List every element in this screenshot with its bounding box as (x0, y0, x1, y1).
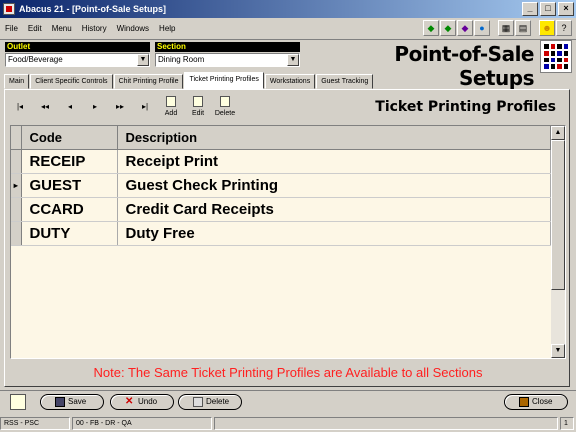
chevron-down-icon[interactable]: ▼ (287, 54, 299, 66)
section-title: Ticket Printing Profiles (375, 99, 556, 115)
cell-description[interactable]: Duty Free (117, 221, 551, 246)
add-label: Add (164, 110, 178, 117)
record-navigator: |◂ ◂◂ ◂ ▸ ▸▸ ▸| Add Edit Delete (8, 92, 238, 120)
save-label: Save (68, 397, 87, 406)
status-empty (214, 417, 558, 430)
prev-record-button[interactable]: ◂ (58, 92, 82, 120)
edit-label: Edit (191, 110, 205, 117)
tab-guest-tracking[interactable]: Guest Tracking (316, 74, 374, 89)
delete-icon (220, 96, 230, 107)
row-selector-header (11, 126, 22, 150)
form-icon[interactable] (10, 394, 26, 410)
tab-chit-printing-profile[interactable]: Chit Printing Profile (113, 74, 184, 89)
cell-code[interactable]: RECEIP (21, 149, 118, 174)
delete-record-button[interactable]: Delete (212, 92, 238, 120)
close-label: Close (532, 397, 553, 406)
edit-icon (193, 96, 203, 107)
next-record-button[interactable]: ▸ (83, 92, 107, 120)
menu-menu[interactable]: Menu (47, 24, 77, 33)
shape-icon[interactable]: ◆ (457, 20, 473, 36)
status-user: RSS - PSC (0, 417, 70, 430)
status-bar: RSS - PSC 00 - FB - DR - QA 1 (0, 415, 576, 432)
close-window-button[interactable]: × (558, 2, 574, 16)
door-icon (519, 397, 529, 407)
delete-label: Delete (206, 397, 230, 406)
note-text: Note: The Same Ticket Printing Profiles … (93, 365, 483, 380)
save-button[interactable]: Save (40, 394, 104, 410)
minimize-button[interactable]: _ (522, 2, 538, 16)
maximize-button[interactable]: □ (540, 2, 556, 16)
next-page-button[interactable]: ▸▸ (108, 92, 132, 120)
row-selector[interactable] (11, 197, 22, 222)
section-select[interactable]: Dining Room ▼ (155, 53, 300, 67)
last-record-button[interactable]: ▸| (133, 92, 157, 120)
grid-icon[interactable]: ▤ (515, 20, 531, 36)
save-icon (55, 397, 65, 407)
section-label: Section (155, 42, 300, 52)
scroll-thumb[interactable] (551, 140, 565, 290)
table-row[interactable]: ▸ GUEST Guest Check Printing (11, 173, 551, 198)
row-selector[interactable] (11, 149, 22, 174)
app-icon[interactable] (3, 3, 15, 15)
cell-code[interactable]: DUTY (21, 221, 118, 246)
row-selector[interactable] (11, 221, 22, 246)
cell-description[interactable]: Receipt Print (117, 149, 551, 174)
current-row-marker-icon[interactable]: ▸ (11, 173, 22, 198)
cell-code[interactable]: GUEST (21, 173, 118, 198)
prev-page-button[interactable]: ◂◂ (33, 92, 57, 120)
undo-button[interactable]: ✕ Undo (110, 394, 174, 410)
chevron-down-icon[interactable]: ▼ (137, 54, 149, 66)
delete-icon (193, 397, 203, 407)
menu-history[interactable]: History (77, 24, 112, 33)
title-bar: Abacus 21 - [Point-of-Sale Setups] _ □ × (0, 0, 576, 18)
scroll-down-icon[interactable]: ▼ (551, 344, 565, 358)
edit-button[interactable]: Edit (185, 92, 211, 120)
column-header-description[interactable]: Description (117, 126, 551, 150)
cell-description[interactable]: Guest Check Printing (117, 173, 551, 198)
table-row[interactable]: CCARD Credit Card Receipts (11, 197, 551, 222)
delete-label: Delete (214, 110, 236, 117)
arrow-right-icon[interactable]: ◆ (440, 20, 456, 36)
window-title: Abacus 21 - [Point-of-Sale Setups] (19, 4, 167, 14)
delete-button[interactable]: Delete (178, 394, 242, 410)
abacus-logo-icon (540, 40, 572, 73)
table-row[interactable]: DUTY Duty Free (11, 221, 551, 246)
close-button[interactable]: Close (504, 394, 568, 410)
calculator-icon[interactable]: ▦ (498, 20, 514, 36)
run-icon[interactable]: ☻ (539, 20, 555, 36)
outlet-value: Food/Beverage (8, 55, 63, 64)
section-value: Dining Room (158, 55, 205, 64)
menu-edit[interactable]: Edit (23, 24, 47, 33)
column-header-code[interactable]: Code (21, 126, 118, 150)
arrow-left-icon[interactable]: ◆ (423, 20, 439, 36)
first-record-button[interactable]: |◂ (8, 92, 32, 120)
tab-main[interactable]: Main (4, 74, 30, 89)
undo-label: Undo (138, 397, 158, 406)
cell-description[interactable]: Credit Card Receipts (117, 197, 551, 222)
status-context: 00 - FB - DR - QA (72, 417, 212, 430)
help-icon[interactable]: ? (556, 20, 572, 36)
profiles-grid: Code Description RECEIP Receipt Print ▸ … (10, 125, 566, 359)
tab-strip: Main Client Specific Controls Chit Print… (4, 72, 374, 89)
outlet-select[interactable]: Food/Beverage ▼ (5, 53, 150, 67)
vertical-scrollbar[interactable]: ▲ ▼ (551, 126, 565, 358)
menu-file[interactable]: File (0, 24, 23, 33)
globe-icon[interactable]: ● (474, 20, 490, 36)
scroll-up-icon[interactable]: ▲ (551, 126, 565, 140)
toolbar: ◆ ◆ ◆ ● ▦ ▤ ☻ ? (423, 20, 572, 36)
cell-code[interactable]: CCARD (21, 197, 118, 222)
tab-client-specific-controls[interactable]: Client Specific Controls (30, 74, 113, 89)
tab-ticket-printing-profiles[interactable]: Ticket Printing Profiles (184, 72, 264, 89)
menu-help[interactable]: Help (154, 24, 180, 33)
tab-workstations[interactable]: Workstations (264, 74, 316, 89)
add-button[interactable]: Add (158, 92, 184, 120)
outlet-label: Outlet (5, 42, 150, 52)
table-row[interactable]: RECEIP Receipt Print (11, 149, 551, 174)
menu-windows[interactable]: Windows (112, 24, 154, 33)
undo-icon: ✕ (125, 396, 134, 407)
status-count: 1 (560, 417, 574, 430)
add-icon (166, 96, 176, 107)
